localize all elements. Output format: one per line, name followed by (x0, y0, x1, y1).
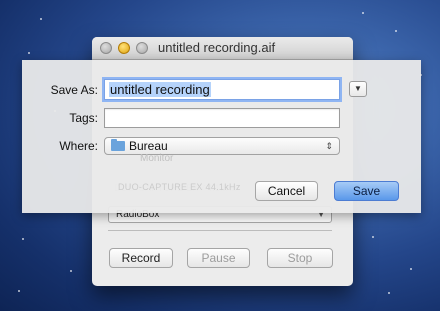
up-down-arrows-icon: ⇕ (325, 141, 333, 151)
minimize-button[interactable] (118, 42, 130, 54)
window-title: untitled recording.aif (158, 40, 276, 55)
save-as-value: untitled recording (109, 82, 211, 97)
divider (108, 230, 332, 231)
record-button[interactable]: Record (109, 248, 173, 268)
tags-field[interactable] (104, 108, 340, 128)
recorder-titlebar: untitled recording.aif (92, 37, 353, 60)
cancel-button[interactable]: Cancel (255, 181, 318, 201)
where-value: Bureau (129, 139, 168, 153)
save-sheet: Save As: untitled recording ▼ Tags: Wher… (22, 60, 421, 213)
zoom-button[interactable] (136, 42, 148, 54)
expand-button[interactable]: ▼ (349, 81, 367, 97)
chevron-down-icon: ▼ (354, 84, 362, 93)
monitor-label-behind: Monitor (140, 153, 174, 164)
folder-icon (111, 139, 125, 151)
tags-label: Tags: (69, 111, 98, 125)
save-as-field[interactable]: untitled recording (104, 79, 340, 100)
pause-button[interactable]: Pause (187, 248, 250, 268)
save-as-label: Save As: (50, 83, 98, 97)
input-device-heading-behind: DUO-CAPTURE EX 44.1kHz (118, 182, 241, 192)
stop-button[interactable]: Stop (267, 248, 333, 268)
close-button[interactable] (100, 42, 112, 54)
save-button[interactable]: Save (334, 181, 399, 201)
where-label: Where: (59, 139, 98, 153)
